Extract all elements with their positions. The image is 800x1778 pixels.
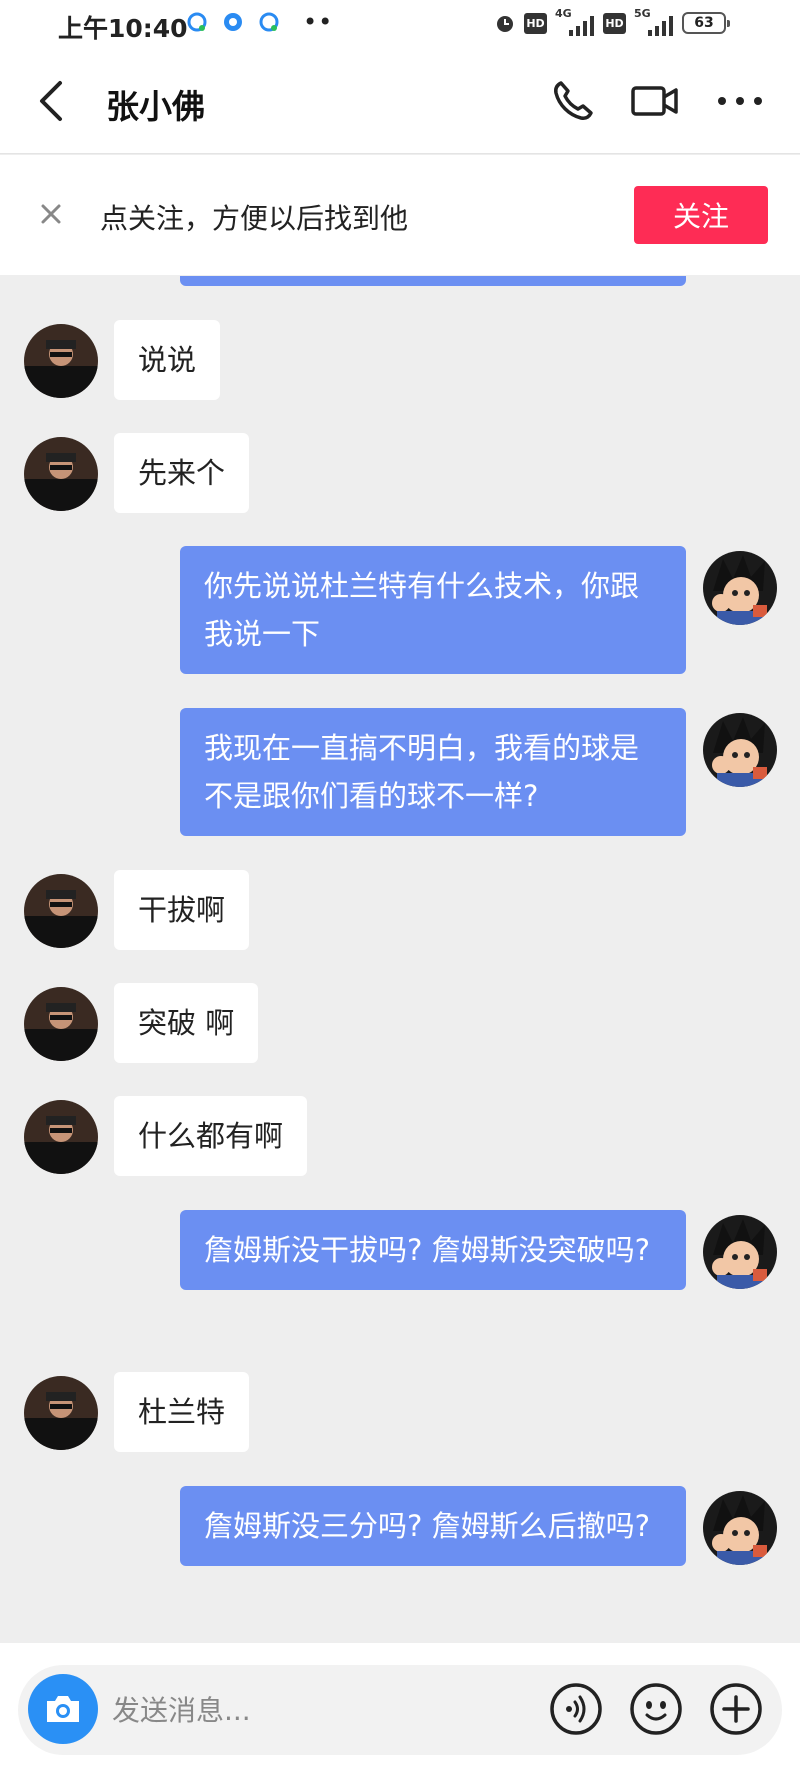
more-options-button[interactable] bbox=[715, 78, 765, 124]
more-dots-icon bbox=[718, 97, 762, 105]
contact-name: 张小佛 bbox=[106, 87, 205, 126]
signal-4g-icon: 4G bbox=[555, 7, 595, 36]
chevron-left-icon bbox=[40, 81, 62, 121]
camera-icon bbox=[47, 1696, 79, 1722]
video-call-button[interactable] bbox=[630, 78, 680, 124]
message-list[interactable]: 说说 先来个 你先说说杜兰特有什么技术，你跟我说一下 我现在一直搞不明白，我看的… bbox=[0, 276, 800, 1642]
voice-call-button[interactable] bbox=[548, 78, 598, 124]
voice-input-button[interactable] bbox=[546, 1679, 606, 1739]
outgoing-message-bubble[interactable]: 詹姆斯没干拔吗? 詹姆斯没突破吗? bbox=[180, 1210, 686, 1290]
status-time: 上午10:40 bbox=[58, 14, 188, 43]
incoming-message-bubble[interactable]: 说说 bbox=[114, 320, 221, 400]
follow-banner: 点关注，方便以后找到他 关注 bbox=[0, 155, 800, 275]
contact-avatar[interactable] bbox=[24, 1376, 98, 1450]
video-camera-icon bbox=[631, 86, 678, 116]
close-icon bbox=[41, 204, 61, 224]
incoming-message-bubble[interactable]: 干拔啊 bbox=[114, 870, 250, 950]
back-button[interactable] bbox=[36, 78, 76, 124]
hd-badge: HD bbox=[524, 12, 547, 34]
input-bar bbox=[0, 1643, 800, 1778]
chat-header: 张小佛 bbox=[0, 50, 800, 154]
chat-app-icon bbox=[187, 12, 207, 32]
my-avatar[interactable] bbox=[703, 1215, 777, 1289]
add-attachment-button[interactable] bbox=[706, 1679, 766, 1739]
contact-avatar[interactable] bbox=[24, 1100, 98, 1174]
status-bar: 上午10:40 •• HD 4G HD 5G 63 bbox=[0, 0, 800, 50]
incoming-message-bubble[interactable]: 杜兰特 bbox=[114, 1372, 250, 1452]
outgoing-message-bubble[interactable]: 詹姆斯没三分吗? 詹姆斯么后撤吗? bbox=[180, 1486, 686, 1566]
my-avatar[interactable] bbox=[703, 713, 777, 787]
contact-avatar[interactable] bbox=[24, 324, 98, 398]
status-indicators: HD 4G HD 5G 63 bbox=[494, 7, 730, 36]
browser-app-icon bbox=[224, 13, 242, 31]
contact-avatar[interactable] bbox=[24, 437, 98, 511]
camera-button[interactable] bbox=[28, 1674, 98, 1744]
chat-app-icon-2 bbox=[259, 12, 279, 32]
outgoing-message-bubble[interactable]: 你先说说杜兰特有什么技术，你跟我说一下 bbox=[180, 546, 686, 674]
partial-message-bubble bbox=[180, 276, 686, 286]
more-notifications-icon: •• bbox=[303, 8, 334, 36]
battery-icon: 63 bbox=[682, 12, 730, 34]
message-input[interactable] bbox=[112, 1683, 532, 1737]
close-banner-button[interactable] bbox=[36, 199, 66, 229]
hd-badge-2: HD bbox=[603, 12, 626, 34]
input-pill bbox=[18, 1665, 782, 1755]
incoming-message-bubble[interactable]: 先来个 bbox=[114, 433, 250, 513]
follow-button[interactable]: 关注 bbox=[634, 186, 768, 244]
alarm-icon bbox=[497, 16, 513, 32]
my-avatar[interactable] bbox=[703, 1491, 777, 1565]
incoming-message-bubble[interactable]: 什么都有啊 bbox=[114, 1096, 308, 1176]
contact-avatar[interactable] bbox=[24, 987, 98, 1061]
emoji-icon bbox=[630, 1683, 682, 1735]
phone-icon bbox=[554, 81, 593, 120]
status-app-icons bbox=[186, 11, 280, 33]
emoji-button[interactable] bbox=[626, 1679, 686, 1739]
voice-wave-icon bbox=[550, 1683, 602, 1735]
my-avatar[interactable] bbox=[703, 551, 777, 625]
signal-5g-icon: 5G bbox=[634, 7, 674, 36]
battery-level: 63 bbox=[694, 15, 714, 31]
contact-avatar[interactable] bbox=[24, 874, 98, 948]
incoming-message-bubble[interactable]: 突破 啊 bbox=[114, 983, 259, 1063]
follow-prompt-text: 点关注，方便以后找到他 bbox=[100, 202, 409, 235]
outgoing-message-bubble[interactable]: 我现在一直搞不明白，我看的球是不是跟你们看的球不一样? bbox=[180, 708, 686, 836]
plus-circle-icon bbox=[710, 1683, 762, 1735]
